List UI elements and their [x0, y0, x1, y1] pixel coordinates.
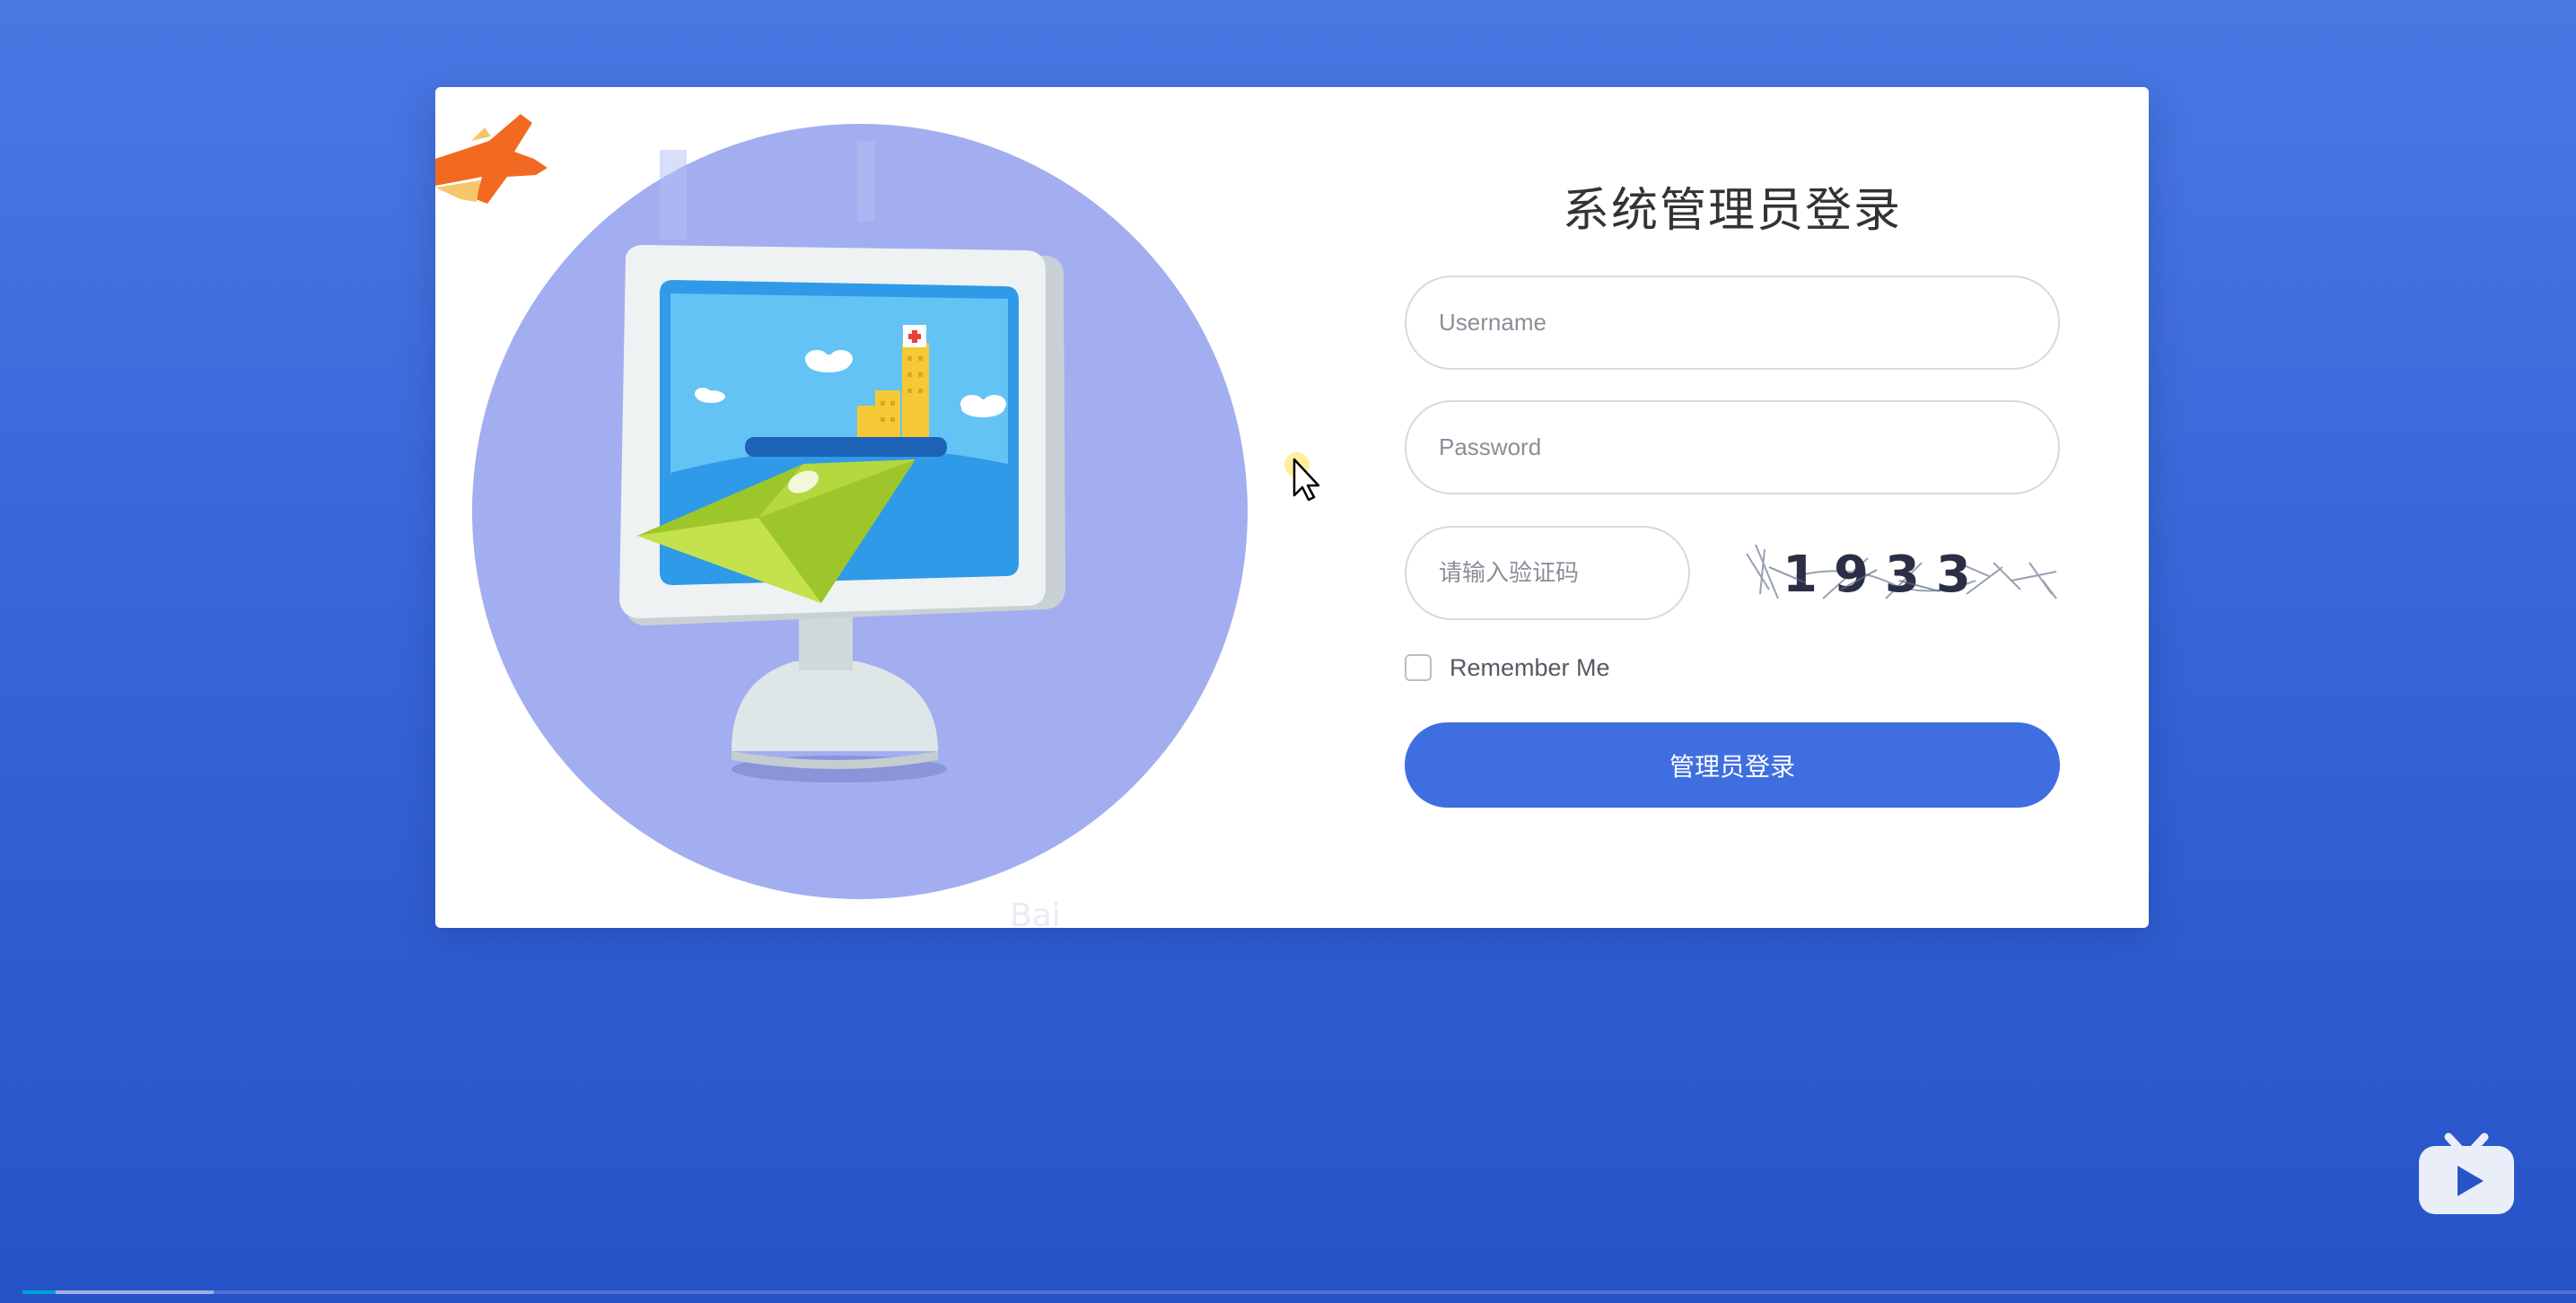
username-input[interactable] — [1405, 275, 2060, 370]
captcha-text: 1933 — [1783, 546, 1987, 604]
captcha-input[interactable] — [1405, 526, 1690, 620]
captcha-image[interactable]: 1933 — [1742, 527, 2060, 615]
video-progress-played — [22, 1290, 56, 1294]
remember-me-checkbox[interactable] — [1405, 654, 1432, 681]
page-title: 系统管理员登录 — [1562, 184, 1902, 238]
remember-me[interactable]: Remember Me — [1405, 650, 1610, 686]
login-illustration: Bai — [435, 87, 1297, 928]
remember-me-label: Remember Me — [1450, 653, 1610, 681]
login-card: Bai 系统管理员登录 1933 — [435, 87, 2149, 928]
airplane-icon — [435, 114, 548, 204]
login-form: 系统管理员登录 1933 Remember Me — [1405, 87, 2060, 928]
admin-login-button[interactable]: 管理员登录 — [1405, 722, 2060, 808]
bilibili-tv-icon[interactable] — [2417, 1119, 2516, 1218]
video-progress-bar[interactable] — [22, 1290, 2576, 1294]
password-input[interactable] — [1405, 400, 2060, 494]
svg-text:Bai: Bai — [1010, 897, 1061, 928]
mouse-cursor-icon — [1281, 449, 1335, 503]
